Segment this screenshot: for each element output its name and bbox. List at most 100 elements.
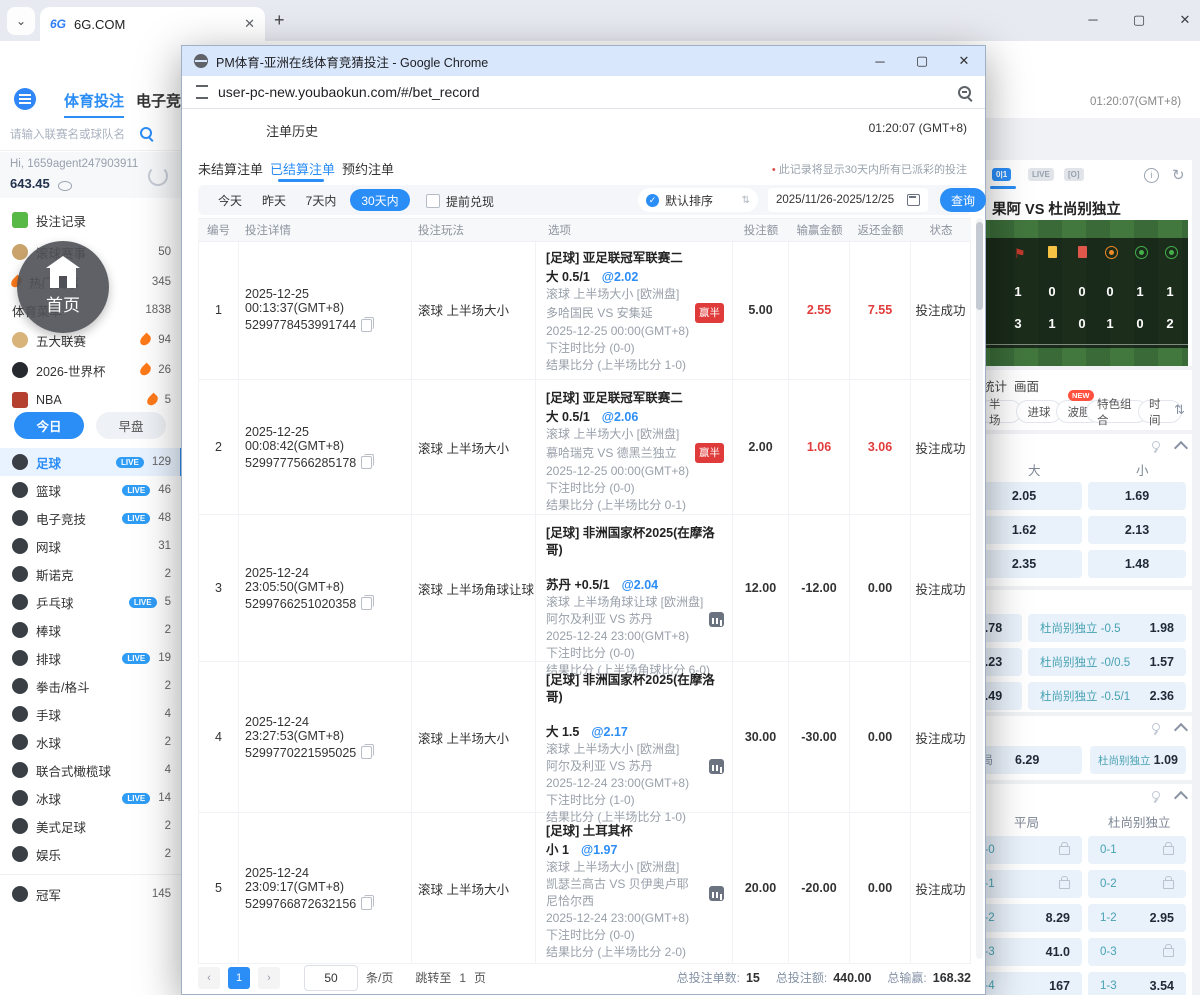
- trophy-icon: [12, 886, 28, 902]
- sidebar-sport-tabletennis[interactable]: 乒乓球 LIVE 5: [0, 588, 183, 616]
- site-logo-icon[interactable]: [14, 88, 36, 110]
- odds-button[interactable]: 杜尚别独立 -0/0.51.57: [1028, 648, 1186, 676]
- tennis-icon: [12, 538, 28, 554]
- tab-score-view[interactable]: 0|1: [992, 168, 1011, 181]
- copy-icon[interactable]: [361, 746, 372, 759]
- zoom-out-icon[interactable]: [958, 86, 971, 99]
- search-input[interactable]: 请输入联赛名或球队名: [10, 126, 125, 142]
- sidebar-sport-volleyball[interactable]: 排球 LIVE 19: [0, 644, 183, 672]
- sort-select[interactable]: ✓ 默认排序 ⇅: [638, 188, 758, 212]
- sidebar-sport-entertainment[interactable]: 娱乐 2: [0, 840, 183, 868]
- sidebar-item-bet-records[interactable]: 投注记录: [0, 206, 183, 234]
- refresh-icon[interactable]: ↻: [1172, 166, 1185, 184]
- snooker-icon: [12, 566, 28, 582]
- sidebar-sport-basketball[interactable]: 篮球 LIVE 46: [0, 476, 183, 504]
- stat-value: 0: [1072, 284, 1092, 299]
- eye-icon[interactable]: [58, 181, 72, 191]
- score-odds-button[interactable]: 1-33.54: [1088, 972, 1186, 995]
- tab-unsettled[interactable]: 未结算注单: [198, 159, 263, 178]
- odds-button[interactable]: 杜尚别独立1.09: [1090, 746, 1186, 774]
- red-card-icon: [1078, 246, 1087, 258]
- odds-button[interactable]: 杜尚别独立 -0.51.98: [1028, 614, 1186, 642]
- sidebar-sport-outright[interactable]: 冠军 145: [0, 880, 183, 908]
- filter-30days[interactable]: 30天内: [350, 189, 410, 211]
- popup-address-bar[interactable]: user-pc-new.youbaokun.com/#/bet_record: [182, 76, 985, 109]
- search-icon[interactable]: [140, 127, 152, 139]
- tab-search-button[interactable]: ⌄: [7, 7, 35, 35]
- date-range-picker[interactable]: 2025/11/26-2025/12/25: [768, 188, 928, 212]
- sidebar-sport-rugby[interactable]: 联合式橄榄球 4: [0, 756, 183, 784]
- tab-pitch-view[interactable]: [O]: [1064, 168, 1084, 181]
- boxing-icon: [12, 678, 28, 694]
- column-draw: 平局: [1014, 812, 1039, 831]
- filter-yesterday[interactable]: 昨天: [256, 189, 292, 211]
- sidebar-sport-handball[interactable]: 手球 4: [0, 700, 183, 728]
- sidebar-sport-icehockey[interactable]: 冰球 LIVE 14: [0, 784, 183, 812]
- prev-page-button[interactable]: ‹: [198, 967, 220, 989]
- odds-button[interactable]: 1.69: [1088, 482, 1186, 510]
- pin-icon[interactable]: [1150, 440, 1162, 452]
- nav-sports[interactable]: 体育投注: [64, 90, 124, 119]
- lock-icon: [1059, 846, 1070, 855]
- bet-table: 1 2025-12-25 00:13:37(GMT+8) 52997784539…: [198, 240, 971, 964]
- sidebar-item-worldcup[interactable]: 2026-世界杯 26: [0, 356, 183, 384]
- copy-icon[interactable]: [361, 597, 372, 610]
- popup-clock: 01:20:07 (GMT+8): [869, 121, 967, 135]
- tab-today[interactable]: 今日: [14, 412, 84, 439]
- corner-stat-icon: [709, 612, 724, 627]
- screen: ⌄ 6G 6G.COM ✕ + ─ ▢ ✕ ← → ↻ 6g00 🔍︎ ☆ 完成…: [0, 0, 1200, 995]
- sidebar-sport-baseball[interactable]: 棒球 2: [0, 616, 183, 644]
- next-page-button[interactable]: ›: [258, 967, 280, 989]
- window-close-button[interactable]: ✕: [1165, 6, 1200, 34]
- yellow-card-icon: [1048, 246, 1057, 258]
- window-minimize-button[interactable]: ─: [1073, 6, 1113, 34]
- jump-page-value[interactable]: 1: [459, 971, 466, 985]
- tab-live-view[interactable]: LIVE: [1028, 168, 1054, 181]
- sidebar-sport-esports[interactable]: 电子竞技 LIVE 48: [0, 504, 183, 532]
- info-icon[interactable]: i: [1144, 168, 1159, 183]
- tab-close-icon[interactable]: ✕: [244, 16, 255, 32]
- sort-icon[interactable]: ⇅: [1174, 402, 1185, 418]
- refresh-spinner-icon[interactable]: [148, 166, 168, 186]
- copy-icon[interactable]: [361, 319, 372, 332]
- odds-button[interactable]: 1.48: [1088, 550, 1186, 578]
- score-odds-button[interactable]: 1-22.95: [1088, 904, 1186, 932]
- odds-button[interactable]: 杜尚别独立 -0.5/12.36: [1028, 682, 1186, 710]
- tab-early[interactable]: 早盘: [96, 412, 166, 439]
- sidebar-sport-snooker[interactable]: 斯诺克 2: [0, 560, 183, 588]
- tab-settled[interactable]: 已结算注单: [270, 159, 335, 178]
- pin-icon[interactable]: [1150, 722, 1162, 734]
- stat-value: 0: [1130, 316, 1150, 331]
- scrollbar-thumb[interactable]: [976, 222, 983, 310]
- pin-icon[interactable]: [1150, 790, 1162, 802]
- sidebar-sport-tennis[interactable]: 网球 31: [0, 532, 183, 560]
- sidebar-sport-waterpolo[interactable]: 水球 2: [0, 728, 183, 756]
- copy-icon[interactable]: [361, 897, 372, 910]
- per-page-label: 条/页: [366, 969, 393, 986]
- sidebar-sport-amfootball[interactable]: 美式足球 2: [0, 812, 183, 840]
- filter-7days[interactable]: 7天内: [300, 189, 342, 211]
- popup-titlebar[interactable]: PM体育-亚洲在线体育竞猜投注 - Google Chrome ─ ▢ ✕: [182, 46, 985, 76]
- popup-minimize-button[interactable]: ─: [859, 54, 901, 69]
- new-tab-button[interactable]: +: [274, 10, 285, 31]
- filter-today[interactable]: 今天: [212, 189, 248, 211]
- browser-tab[interactable]: 6G 6G.COM ✕: [40, 7, 265, 41]
- tab-reserved[interactable]: 预约注单: [342, 159, 394, 178]
- odds-button[interactable]: 2.13: [1088, 516, 1186, 544]
- popup-maximize-button[interactable]: ▢: [901, 53, 943, 69]
- search-button[interactable]: 查询: [940, 188, 986, 212]
- home-fab-button[interactable]: 首页: [17, 241, 109, 333]
- cashout-checkbox[interactable]: [426, 194, 440, 208]
- sidebar-item-top-leagues[interactable]: 五大联赛 94: [0, 326, 183, 354]
- window-maximize-button[interactable]: ▢: [1119, 6, 1159, 34]
- page-number[interactable]: 1: [228, 967, 250, 989]
- tab-screen[interactable]: 画面: [1014, 376, 1039, 395]
- copy-icon[interactable]: [361, 456, 372, 469]
- tune-icon: [196, 85, 208, 99]
- sidebar-sport-boxing[interactable]: 拳击/格斗 2: [0, 672, 183, 700]
- popup-close-button[interactable]: ✕: [943, 53, 985, 69]
- sidebar-sport-football[interactable]: 足球 LIVE 129: [0, 448, 183, 476]
- search-bar[interactable]: 请输入联赛名或球队名: [0, 118, 183, 151]
- popup-scrollbar[interactable]: [976, 218, 983, 959]
- per-page-input[interactable]: 50: [304, 965, 358, 991]
